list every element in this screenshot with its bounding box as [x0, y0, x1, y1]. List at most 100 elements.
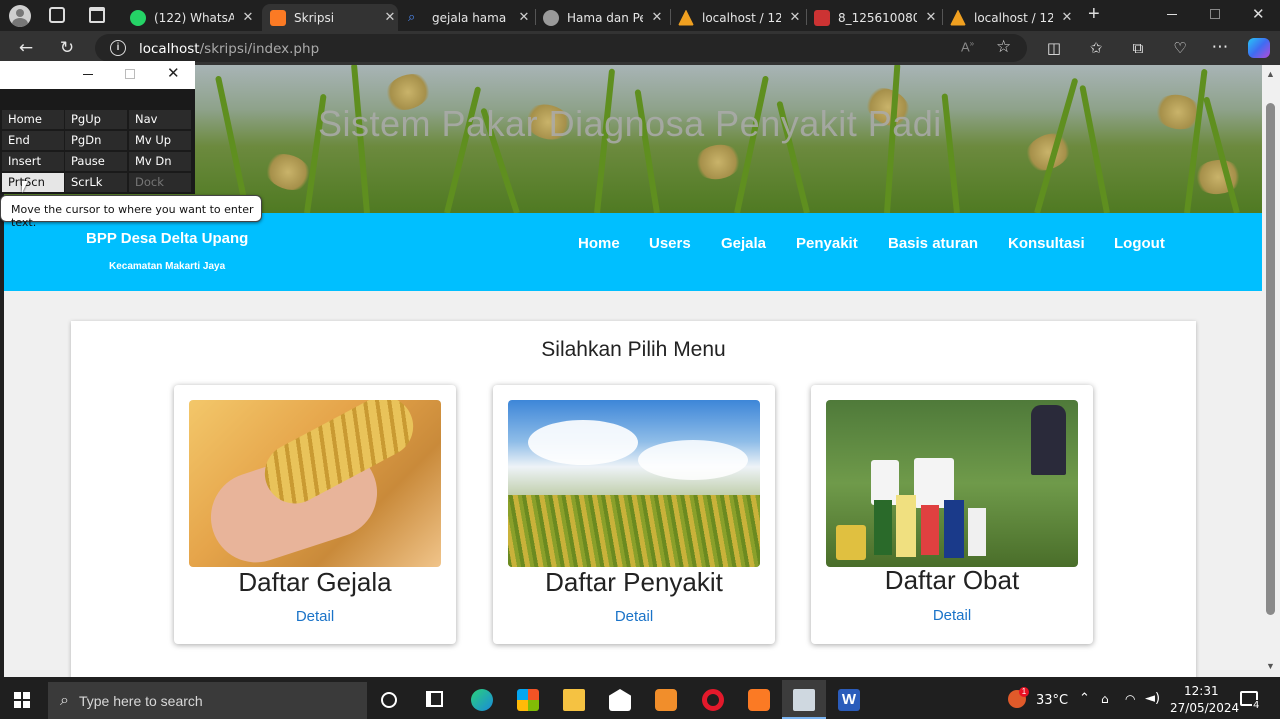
close-tab-icon[interactable]: ✕ [240, 10, 256, 25]
scroll-down-arrow-icon[interactable]: ▼ [1266, 661, 1275, 671]
whatsapp-icon [130, 9, 146, 26]
back-icon[interactable]: ← [14, 36, 38, 60]
xampp-icon[interactable] [748, 689, 770, 711]
volume-icon[interactable]: ◄) [1145, 691, 1160, 706]
search-icon: ⌕ [408, 9, 416, 25]
card-title: Daftar Obat [884, 565, 1020, 595]
tab-skripsi[interactable]: Skripsi ✕ [262, 4, 398, 31]
site-title: Sistem Pakar Diagnosa Penyakit Padi [318, 103, 942, 144]
key-prtscn[interactable]: PrtScn [2, 173, 64, 192]
osk-tooltip: Move the cursor to where you want to ent… [0, 195, 262, 229]
key-mv-dn[interactable]: Mv Dn [129, 152, 191, 171]
brand-name[interactable]: BPP Desa Delta Upang [86, 230, 248, 247]
nav-konsultasi[interactable]: Konsultasi [1008, 235, 1085, 252]
pdf-icon [814, 9, 830, 26]
tab-whatsapp[interactable]: (122) WhatsApp ✕ [130, 4, 256, 31]
key-home[interactable]: Home [2, 110, 64, 129]
site-info-icon[interactable]: i [110, 40, 126, 56]
taskbar-search-box[interactable]: ⌕ Type here to search [48, 682, 367, 719]
nav-gejala[interactable]: Gejala [721, 235, 766, 252]
tab-gejala-search[interactable]: ⌕ gejala hama pa ✕ [408, 4, 532, 31]
nav-penyakit[interactable]: Penyakit [796, 235, 858, 252]
key-insert[interactable]: Insert [2, 152, 64, 171]
workspaces-icon[interactable] [49, 7, 65, 23]
scrollbar-thumb[interactable] [1266, 103, 1275, 615]
refresh-icon[interactable]: ↻ [55, 36, 79, 60]
tray-chevron-up-icon[interactable]: ⌃ [1079, 691, 1090, 706]
close-tab-icon[interactable]: ✕ [516, 10, 532, 25]
tab-actions-icon[interactable] [89, 7, 105, 23]
key-nav[interactable]: Nav [129, 110, 191, 129]
temperature-text[interactable]: 33°C [1036, 693, 1068, 708]
card-title: Daftar Gejala [238, 567, 392, 597]
more-options-icon[interactable]: ⋯ [1208, 35, 1232, 59]
globe-icon [543, 9, 559, 26]
favorites-icon[interactable]: ✩ [1084, 36, 1108, 60]
mail-icon[interactable] [609, 689, 631, 711]
edge-icon[interactable] [471, 689, 493, 711]
tab-phpmyadmin-1[interactable]: localhost / 127 ✕ [678, 4, 803, 31]
read-aloud-icon[interactable]: A» [961, 39, 974, 54]
windows-start-icon[interactable] [14, 692, 30, 708]
nav-basis-aturan[interactable]: Basis aturan [888, 235, 978, 252]
close-tab-icon[interactable]: ✕ [923, 10, 939, 25]
copilot-icon[interactable] [1248, 38, 1270, 58]
microsoft-store-icon[interactable] [517, 689, 539, 711]
address-bar[interactable]: i localhost/skripsi/index.php A» ☆ [95, 34, 1027, 62]
nav-logout[interactable]: Logout [1114, 235, 1165, 252]
key-dock[interactable]: Dock [129, 173, 191, 192]
on-screen-keyboard-icon[interactable] [793, 689, 815, 711]
word-icon[interactable]: W [838, 689, 860, 711]
menu-panel: Silahkan Pilih Menu Daftar Gejala Detail… [71, 321, 1196, 677]
windows-taskbar: ⌕ Type here to search W 1 33°C ⌃ ⌂ ◠ ◄) … [0, 680, 1280, 719]
key-scrlk[interactable]: ScrLk [65, 173, 127, 192]
tab-separator [942, 9, 943, 25]
collections-icon[interactable]: ⧉ [1126, 36, 1150, 60]
tab-pdf[interactable]: 8_125610080_ ✕ [814, 4, 939, 31]
scroll-up-arrow-icon[interactable]: ▲ [1266, 69, 1275, 79]
close-window-icon[interactable]: ✕ [1252, 5, 1265, 23]
key-pause[interactable]: Pause [65, 152, 127, 171]
key-end[interactable]: End [2, 131, 64, 150]
task-view-icon[interactable] [426, 691, 443, 707]
close-tab-icon[interactable]: ✕ [382, 10, 398, 25]
clock-time[interactable]: 12:31 [1184, 684, 1219, 698]
close-tab-icon[interactable]: ✕ [649, 10, 665, 25]
osk-title-bar: ✕ [0, 61, 195, 89]
nav-home[interactable]: Home [578, 235, 620, 252]
opera-icon[interactable] [702, 689, 724, 711]
browser-essentials-icon[interactable]: ♡ [1168, 36, 1192, 60]
wifi-icon[interactable]: ◠ [1125, 692, 1135, 706]
sublime-text-icon[interactable] [655, 689, 677, 711]
detail-link[interactable]: Detail [811, 607, 1093, 624]
search-placeholder: Type here to search [78, 692, 203, 709]
restore-window-icon[interactable] [1210, 9, 1220, 19]
new-tab-icon[interactable]: + [1088, 3, 1100, 26]
clock-date[interactable]: 27/05/2024 [1170, 701, 1239, 715]
search-icon: ⌕ [60, 691, 69, 709]
detail-link[interactable]: Detail [174, 608, 456, 625]
tab-separator [806, 9, 807, 25]
tab-phpmyadmin-2[interactable]: localhost / 127 ✕ [950, 4, 1075, 31]
card-daftar-obat: Daftar Obat Detail [811, 385, 1093, 644]
osk-close-icon[interactable]: ✕ [167, 64, 180, 82]
key-pgdn[interactable]: PgDn [65, 131, 127, 150]
detail-link[interactable]: Detail [493, 608, 775, 625]
split-screen-icon[interactable]: ◫ [1042, 36, 1066, 60]
nav-users[interactable]: Users [649, 235, 691, 252]
tab-hama[interactable]: Hama dan Pen ✕ [543, 4, 665, 31]
profile-avatar-icon[interactable] [9, 5, 31, 27]
panel-title: Silahkan Pilih Menu [541, 338, 726, 361]
close-tab-icon[interactable]: ✕ [1059, 10, 1075, 25]
weather-badge: 1 [1019, 687, 1029, 697]
osk-minimize-icon[interactable] [83, 74, 93, 75]
file-explorer-icon[interactable] [563, 689, 585, 711]
key-pgup[interactable]: PgUp [65, 110, 127, 129]
network-icon[interactable]: ⌂ [1101, 692, 1109, 706]
close-tab-icon[interactable]: ✕ [787, 10, 803, 25]
favorite-star-icon[interactable]: ☆ [996, 37, 1011, 57]
key-mv-up[interactable]: Mv Up [129, 131, 191, 150]
minimize-window-icon[interactable] [1167, 14, 1177, 15]
cortana-icon[interactable] [381, 692, 397, 708]
url-host: localhost [139, 41, 200, 57]
